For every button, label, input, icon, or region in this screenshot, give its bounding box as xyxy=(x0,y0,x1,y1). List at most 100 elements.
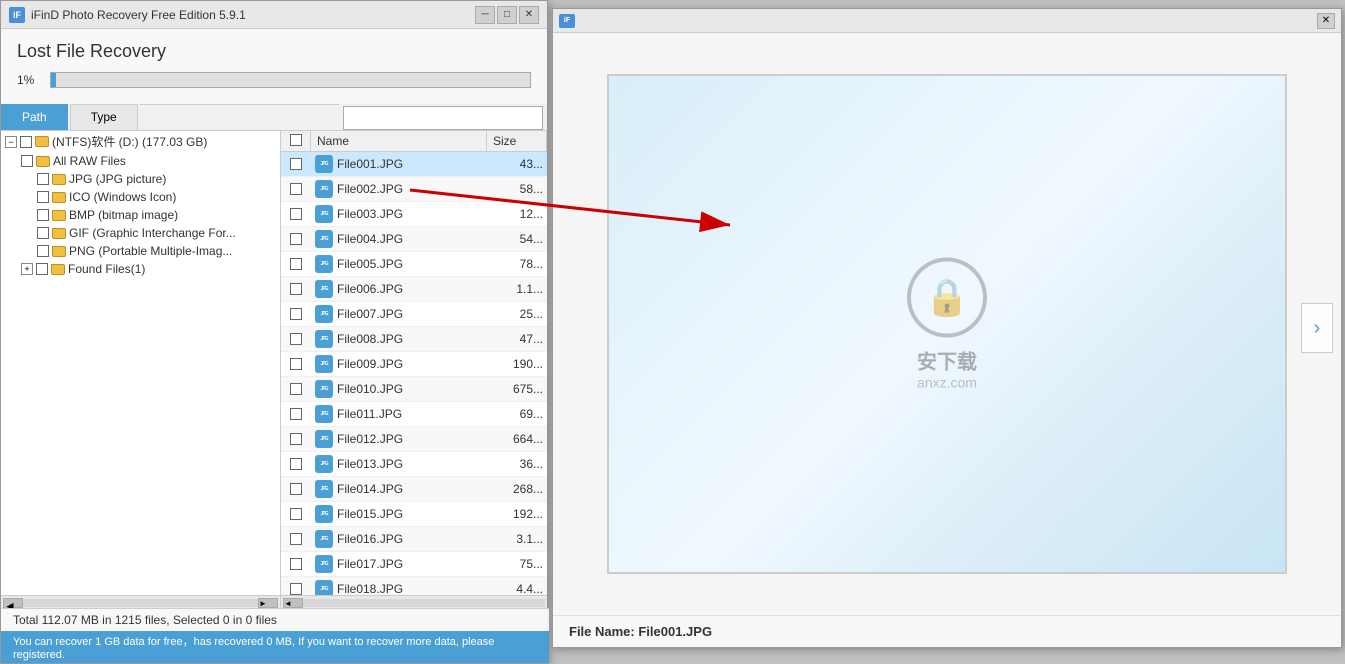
file-checkbox[interactable] xyxy=(290,283,302,295)
scroll-right[interactable]: ► xyxy=(258,598,278,608)
lock-symbol: 🔒 xyxy=(925,277,970,319)
tree-item-png[interactable]: PNG (Portable Multiple-Imag... xyxy=(1,242,280,260)
tree-label-raw: All RAW Files xyxy=(53,154,126,168)
file-row[interactable]: JPG File015.JPG 192... xyxy=(281,502,547,527)
file-row[interactable]: JPG File018.JPG 4.4... xyxy=(281,577,547,595)
file-checkbox[interactable] xyxy=(290,433,302,445)
preview-close-button[interactable]: ✕ xyxy=(1317,13,1335,29)
tree-item-bmp[interactable]: BMP (bitmap image) xyxy=(1,206,280,224)
tree-checkbox-bmp[interactable] xyxy=(37,209,49,221)
file-name-cell: JPG File004.JPG xyxy=(311,227,487,251)
file-checkbox[interactable] xyxy=(290,533,302,545)
file-checkbox[interactable] xyxy=(290,233,302,245)
folder-icon-png xyxy=(52,246,66,257)
progress-label: 1% xyxy=(17,73,42,87)
title-bar: iF iFinD Photo Recovery Free Edition 5.9… xyxy=(1,1,547,29)
tree-checkbox-found[interactable] xyxy=(36,263,48,275)
file-row[interactable]: JPG File006.JPG 1.1... xyxy=(281,277,547,302)
file-name-cell: JPG File014.JPG xyxy=(311,477,487,501)
file-name-cell: JPG File002.JPG xyxy=(311,177,487,201)
file-name: File017.JPG xyxy=(337,557,403,571)
horizontal-scrollbar[interactable]: ◄ ► ◄ xyxy=(1,595,547,609)
file-row[interactable]: JPG File016.JPG 3.1... xyxy=(281,527,547,552)
file-checkbox-cell xyxy=(281,431,311,447)
tree-item-ico[interactable]: ICO (Windows Icon) xyxy=(1,188,280,206)
tree-expand-drive[interactable]: − xyxy=(5,136,17,148)
tree-label-bmp: BMP (bitmap image) xyxy=(69,208,178,222)
file-checkbox[interactable] xyxy=(290,158,302,170)
tree-item-gif[interactable]: GIF (Graphic Interchange For... xyxy=(1,224,280,242)
tree-label-ico: ICO (Windows Icon) xyxy=(69,190,176,204)
file-row[interactable]: JPG File002.JPG 58... xyxy=(281,177,547,202)
tree-checkbox-jpg[interactable] xyxy=(37,173,49,185)
file-checkbox[interactable] xyxy=(290,308,302,320)
scrollbar-track-left xyxy=(23,599,258,607)
file-checkbox[interactable] xyxy=(290,208,302,220)
tree-checkbox-drive[interactable] xyxy=(20,136,32,148)
scroll-left2[interactable]: ◄ xyxy=(283,598,303,608)
file-row[interactable]: JPG File014.JPG 268... xyxy=(281,477,547,502)
tab-type[interactable]: Type xyxy=(70,104,138,130)
tree-item-jpg[interactable]: JPG (JPG picture) xyxy=(1,170,280,188)
file-name: File013.JPG xyxy=(337,457,403,471)
tree-checkbox-gif[interactable] xyxy=(37,227,49,239)
tree-item-raw[interactable]: All RAW Files xyxy=(1,152,280,170)
tree-checkbox-raw[interactable] xyxy=(21,155,33,167)
file-row[interactable]: JPG File017.JPG 75... xyxy=(281,552,547,577)
file-name: File010.JPG xyxy=(337,382,403,396)
file-checkbox[interactable] xyxy=(290,483,302,495)
file-row[interactable]: JPG File004.JPG 54... xyxy=(281,227,547,252)
file-type-icon: JPG xyxy=(315,480,333,498)
preview-image-frame: 🔒 安下载 anxz.com xyxy=(607,74,1287,574)
file-type-icon: JPG xyxy=(315,380,333,398)
file-row[interactable]: JPG File003.JPG 12... xyxy=(281,202,547,227)
file-checkbox[interactable] xyxy=(290,258,302,270)
file-row[interactable]: JPG File007.JPG 25... xyxy=(281,302,547,327)
header-name: Name xyxy=(311,131,487,151)
tree-checkbox-ico[interactable] xyxy=(37,191,49,203)
tree-item-drive[interactable]: − (NTFS)软件 (D:) (177.03 GB) xyxy=(1,131,280,152)
file-size: 1.1... xyxy=(487,279,547,299)
file-row[interactable]: JPG File008.JPG 47... xyxy=(281,327,547,352)
file-checkbox-cell xyxy=(281,481,311,497)
file-row[interactable]: JPG File010.JPG 675... xyxy=(281,377,547,402)
file-size: 36... xyxy=(487,454,547,474)
file-checkbox[interactable] xyxy=(290,183,302,195)
file-size: 12... xyxy=(487,204,547,224)
tab-path[interactable]: Path xyxy=(1,104,68,130)
tree-panel[interactable]: − (NTFS)软件 (D:) (177.03 GB) All RAW File… xyxy=(1,131,281,595)
header-checkbox[interactable] xyxy=(290,134,302,146)
tree-expand-found[interactable]: + xyxy=(21,263,33,275)
file-list-panel[interactable]: Name Size JPG File001.JPG 43... JPG File… xyxy=(281,131,547,595)
file-checkbox[interactable] xyxy=(290,408,302,420)
file-size: 268... xyxy=(487,479,547,499)
file-checkbox[interactable] xyxy=(290,383,302,395)
file-row[interactable]: JPG File001.JPG 43... xyxy=(281,152,547,177)
file-row[interactable]: JPG File005.JPG 78... xyxy=(281,252,547,277)
file-checkbox-cell xyxy=(281,156,311,172)
info-text: You can recover 1 GB data for free，has r… xyxy=(13,633,537,661)
tree-item-found[interactable]: + Found Files(1) xyxy=(1,260,280,278)
file-row[interactable]: JPG File012.JPG 664... xyxy=(281,427,547,452)
file-checkbox[interactable] xyxy=(290,458,302,470)
file-checkbox[interactable] xyxy=(290,583,302,595)
maximize-button[interactable]: □ xyxy=(497,6,517,24)
tree-checkbox-png[interactable] xyxy=(37,245,49,257)
file-checkbox[interactable] xyxy=(290,333,302,345)
file-name-cell: JPG File012.JPG xyxy=(311,427,487,451)
file-size: 664... xyxy=(487,429,547,449)
file-name: File003.JPG xyxy=(337,207,403,221)
scroll-left[interactable]: ◄ xyxy=(3,598,23,608)
nav-next-button[interactable]: › xyxy=(1301,303,1333,353)
file-checkbox[interactable] xyxy=(290,508,302,520)
file-checkbox[interactable] xyxy=(290,358,302,370)
file-checkbox[interactable] xyxy=(290,558,302,570)
file-checkbox-cell xyxy=(281,256,311,272)
file-name-cell: JPG File009.JPG xyxy=(311,352,487,376)
file-row[interactable]: JPG File009.JPG 190... xyxy=(281,352,547,377)
status-text: Total 112.07 MB in 1215 files, Selected … xyxy=(13,613,277,627)
file-row[interactable]: JPG File013.JPG 36... xyxy=(281,452,547,477)
file-row[interactable]: JPG File011.JPG 69... xyxy=(281,402,547,427)
minimize-button[interactable]: ─ xyxy=(475,6,495,24)
close-button[interactable]: ✕ xyxy=(519,6,539,24)
